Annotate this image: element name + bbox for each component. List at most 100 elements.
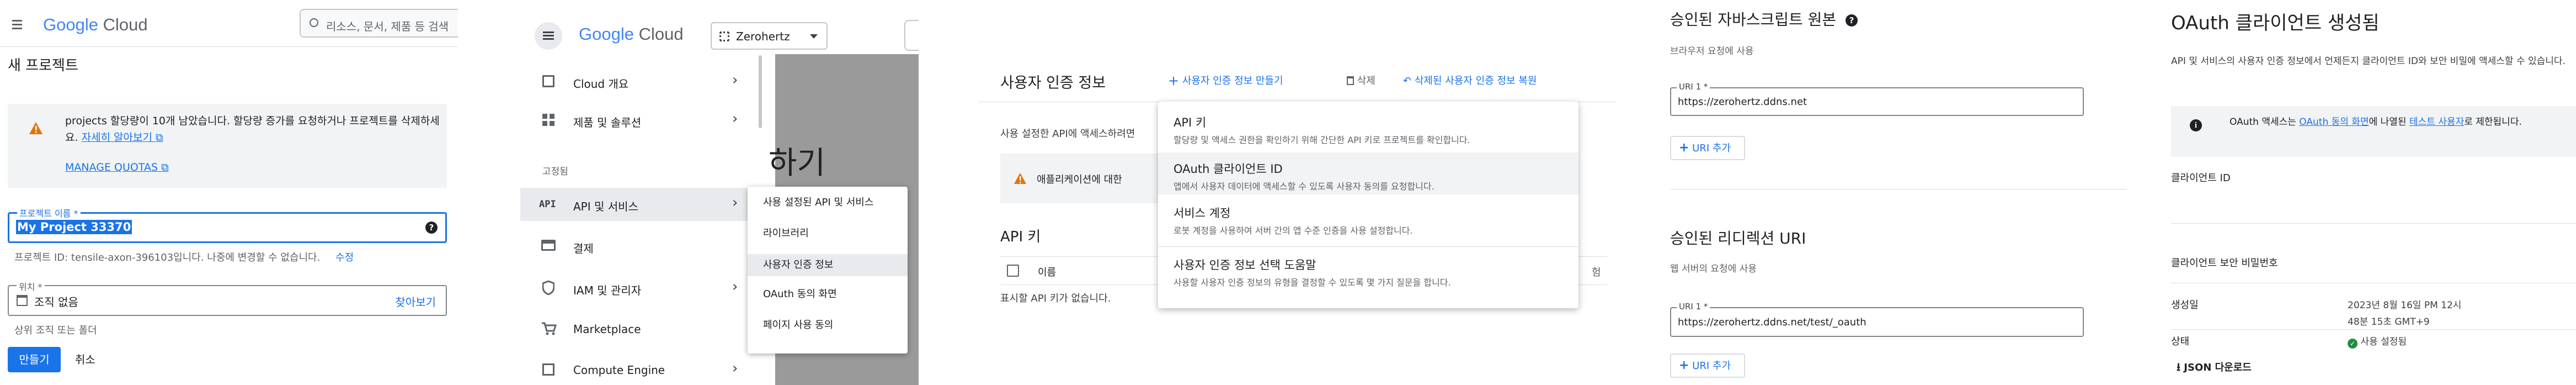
menu-item-title: API 키	[1174, 116, 1207, 129]
column-header-name[interactable]: 이름	[1038, 265, 1056, 279]
submenu-item-oauth-consent[interactable]: OAuth 동의 화면	[748, 286, 908, 303]
nav-item-cloud-overview[interactable]: Cloud 개요 ›	[520, 65, 758, 98]
status-label: 상태	[2171, 336, 2190, 347]
location-field[interactable]: 위치 * 조직 없음 찾아보기	[8, 279, 447, 316]
google-cloud-logo[interactable]: Google Cloud	[579, 24, 684, 44]
redirect-uri-value[interactable]: https://zerohertz.ddns.net/test/_oauth	[1678, 317, 1866, 328]
alert-text: projects 할당량이 10개 남았습니다. 할당량 증가를 요청하거나 프…	[65, 113, 440, 146]
add-uri-label: URI 추가	[1692, 360, 1731, 372]
warning-icon	[29, 122, 42, 134]
create-credentials-label: 사용자 인증 정보 만들기	[1182, 75, 1283, 87]
nav-item-api-services[interactable]: API API 및 서비스 ›	[520, 188, 758, 221]
info-text: OAuth 액세스는 OAuth 동의 화면에 나열된 테스트 사용자로 제한됩…	[2230, 114, 2572, 130]
create-credentials-button[interactable]: + 사용자 인증 정보 만들기	[1168, 73, 1283, 88]
download-json-button[interactable]: ⭳ JSON 다운로드	[2177, 359, 2252, 378]
check-circle-icon: ✓	[2348, 339, 2358, 349]
help-icon[interactable]: ?	[425, 221, 438, 234]
compute-engine-icon	[542, 363, 554, 376]
cart-icon	[542, 322, 557, 335]
project-selector-label: Zerohertz	[736, 30, 790, 43]
menu-item-service-account[interactable]: 서비스 계정 로봇 계정을 사용하여 서버 간의 앱 수준 인증을 사용 설정합…	[1158, 197, 1578, 239]
js-origins-desc: 브라우저 요청에 사용	[1670, 46, 1754, 57]
menu-item-api-key[interactable]: API 키 할당량 및 액세스 권한을 확인하기 위해 간단한 API 키로 프…	[1158, 106, 1578, 148]
edit-project-id-link[interactable]: 수정	[335, 252, 354, 263]
nav-label: 결제	[573, 242, 594, 255]
restore-button[interactable]: ↶ 삭제된 사용자 인증 정보 복원	[1403, 73, 1537, 87]
chevron-right-icon: ›	[732, 278, 738, 295]
manage-quotas-link[interactable]: MANAGE QUOTAS ⧉	[65, 161, 169, 173]
js-origins-title-text: 승인된 자바스크립트 원본	[1670, 10, 1837, 29]
add-redirect-uri-button[interactable]: + URI 추가	[1670, 354, 1745, 378]
project-selector[interactable]: Zerohertz	[711, 22, 828, 50]
add-origin-uri-button[interactable]: + URI 추가	[1670, 136, 1745, 160]
delete-label: 삭제	[1357, 75, 1375, 87]
menu-item-desc: 앱에서 사용자 데이터에 액세스할 수 있도록 사용자 동의를 요청합니다.	[1174, 181, 1434, 192]
api-icon: API	[539, 199, 556, 210]
client-id-label: 클라이언트 ID	[2171, 172, 2231, 184]
header-divider	[0, 46, 458, 47]
location-label: 위치 *	[17, 279, 45, 293]
project-name-value[interactable]: My Project 33370	[16, 220, 132, 234]
browse-button[interactable]: 찾아보기	[395, 293, 436, 309]
hamburger-menu-icon[interactable]	[535, 22, 562, 50]
origin-uri-value[interactable]: https://zerohertz.ddns.net	[1678, 96, 1807, 108]
oauth-consent-link[interactable]: OAuth 동의 화면	[2299, 117, 2369, 128]
created-value: 2023년 8월 16일 PM 12시 48분 15초 GMT+9	[2348, 300, 2462, 328]
undo-icon: ↶	[1403, 75, 1412, 87]
menu-item-oauth-client-id[interactable]: OAuth 클라이언트 ID 앱에서 사용자 데이터에 액세스할 수 있도록 사…	[1158, 152, 1578, 194]
search-bar[interactable]: 리소스, 문서, 제품 등 검색	[300, 9, 458, 38]
nav-scrollbar[interactable]	[759, 55, 762, 128]
status-value: ✓ 사용 설정됨	[2348, 334, 2407, 349]
dashboard-icon	[542, 75, 554, 87]
menu-item-desc: 할당량 및 액세스 권한을 확인하기 위해 간단한 API 키로 프로젝트를 확…	[1174, 135, 1470, 145]
nav-item-compute-engine[interactable]: Compute Engine ›	[520, 352, 758, 385]
origin-uri-field[interactable]: URI 1 * https://zerohertz.ddns.net	[1670, 82, 2084, 116]
help-icon[interactable]: ?	[1846, 14, 1858, 27]
external-link-icon: ⧉	[158, 161, 169, 173]
warning-icon	[1014, 173, 1026, 184]
redirect-uri-field[interactable]: URI 1 * https://zerohertz.ddns.net/test/…	[1670, 302, 2084, 337]
origin-uri-label: URI 1 *	[1677, 82, 1710, 92]
select-all-checkbox[interactable]	[1007, 265, 1019, 277]
chevron-right-icon: ›	[732, 360, 738, 377]
menu-divider	[1158, 246, 1578, 247]
nav-item-marketplace[interactable]: Marketplace	[520, 313, 758, 346]
status-text: 사용 설정됨	[2360, 336, 2407, 347]
submenu-item-page-usage[interactable]: 페이지 사용 동의	[748, 317, 908, 334]
panel-new-project: Google Cloud 리소스, 문서, 제품 등 검색 새 프로젝트 pro…	[0, 0, 458, 385]
dialog-title: OAuth 클라이언트 생성됨	[2171, 12, 2380, 34]
redirect-uris-desc: 웹 서버의 요청에 사용	[1670, 263, 1757, 275]
submenu-item-credentials[interactable]: 사용자 인증 정보	[748, 254, 908, 276]
menu-item-title: 서비스 계정	[1174, 207, 1231, 220]
project-icon	[719, 31, 729, 41]
redirect-uri-label: URI 1 *	[1677, 302, 1710, 312]
nav-item-billing[interactable]: 결제	[520, 230, 758, 263]
learn-more-label: 자세히 알아보기	[81, 131, 152, 144]
search-bar[interactable]	[904, 20, 919, 51]
nav-label: 제품 및 솔루션	[573, 116, 642, 129]
hamburger-menu-icon[interactable]	[8, 17, 26, 33]
test-users-link[interactable]: 테스트 사용자	[2409, 117, 2464, 128]
panel-credentials: 사용자 인증 정보 + 사용자 인증 정보 만들기 삭제 ↶ 삭제된 사용자 인…	[978, 0, 1617, 385]
building-icon	[17, 295, 28, 306]
chevron-down-icon	[810, 34, 818, 39]
submenu-item-enabled-apis[interactable]: 사용 설정된 API 및 서비스	[748, 194, 908, 211]
submenu-item-library[interactable]: 라이브러리	[748, 225, 908, 242]
cancel-button[interactable]: 취소	[75, 347, 95, 372]
nav-item-products[interactable]: 제품 및 솔루션 ›	[520, 104, 758, 137]
download-icon: ⭳	[2177, 360, 2180, 373]
menu-item-credential-wizard[interactable]: 사용자 인증 정보 선택 도움말 사용할 사용자 인증 정보의 유형을 결정할 …	[1158, 249, 1578, 291]
project-name-field[interactable]: 프로젝트 이름 * My Project 33370 ?	[8, 206, 447, 243]
delete-button[interactable]: 삭제	[1347, 73, 1375, 87]
learn-more-link[interactable]: 자세히 알아보기 ⧉	[82, 131, 163, 144]
location-value: 조직 없음	[34, 296, 78, 309]
api-keys-heading: API 키	[1000, 229, 1041, 245]
add-uri-label: URI 추가	[1692, 143, 1731, 154]
billing-icon	[541, 240, 556, 251]
search-icon	[310, 18, 318, 27]
restore-label: 삭제된 사용자 인증 정보 복원	[1414, 75, 1537, 87]
create-button[interactable]: 만들기	[8, 347, 61, 372]
google-cloud-logo[interactable]: Google Cloud	[43, 15, 148, 35]
nav-item-iam[interactable]: IAM 및 관리자 ›	[520, 272, 758, 305]
logo-google: Google	[43, 15, 98, 34]
